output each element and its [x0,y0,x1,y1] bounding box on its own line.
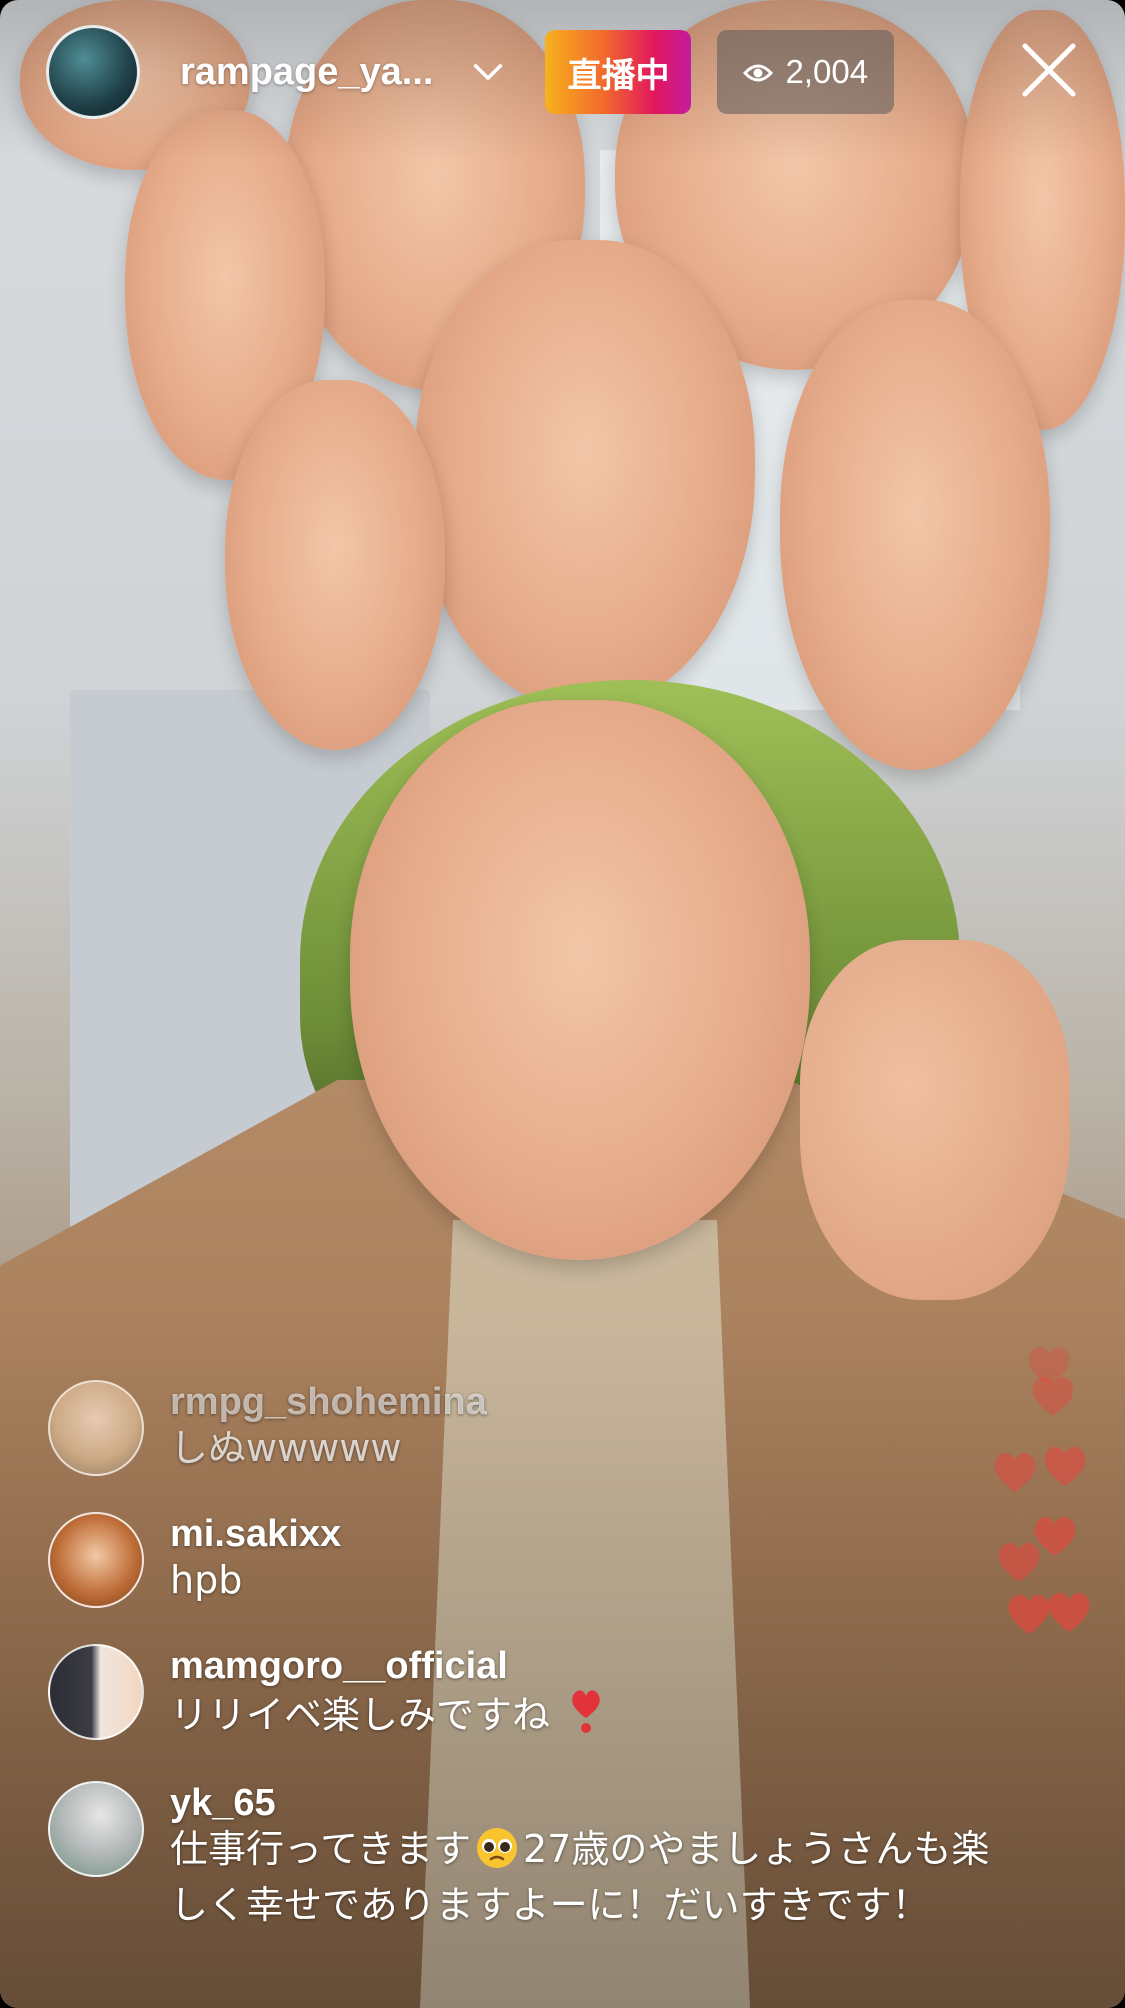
viewer-count: 2,004 [785,53,869,90]
comment-username[interactable]: mi.sakixx [170,1512,1008,1556]
comment-text: 仕事行ってきます [170,1827,471,1871]
filter-face-copy [415,240,755,710]
comment-username[interactable]: yk_65 [170,1781,1008,1825]
host-avatar[interactable] [46,25,140,119]
main-face [350,700,810,1260]
eye-icon [743,53,774,91]
chevron-down-icon[interactable] [473,57,503,87]
comment-item: mi.sakixx hpb [48,1512,1008,1608]
live-badge: 直播中 [545,30,692,114]
commenter-avatar[interactable] [48,1781,144,1877]
comments-feed[interactable]: rmpg_shohemina しぬwwwww mi.sakixx hpb mam… [48,1380,1008,1965]
comment-text: しぬwwwww [170,1426,402,1470]
pleading-face-emoji-icon [475,1826,519,1881]
host-username[interactable]: rampage_ya... [180,51,433,94]
heart-icon [989,1446,1041,1498]
commenter-avatar[interactable] [48,1644,144,1740]
comment-username[interactable]: mamgoro__official [170,1644,1008,1688]
comment-text: リリイベ楽しみですね [170,1693,551,1737]
heart-exclamation-emoji-icon [568,1688,604,1745]
commenter-avatar[interactable] [48,1512,144,1608]
comment-text-line: リリイベ楽しみですね [170,1688,1008,1745]
close-icon [1021,42,1077,103]
comment-item: mamgoro__official リリイベ楽しみですね [48,1644,1008,1745]
comment-item: yk_65 仕事行ってきます 27歳のやましょうさんも楽しく幸せでありますよーに… [48,1781,1008,1929]
heart-icon [1039,1440,1091,1492]
close-button[interactable] [1019,42,1079,102]
comment-text: hpb [170,1558,243,1602]
comment-username[interactable]: rmpg_shohemina [170,1380,1008,1424]
floating-reactions [983,1340,1103,1660]
live-stream-screen: rampage_ya... 直播中 2,004 rmpg_shohemina し… [0,0,1125,2008]
commenter-avatar[interactable] [48,1380,144,1476]
heart-icon [1043,1586,1095,1638]
comment-item: rmpg_shohemina しぬwwwww [48,1380,1008,1476]
filter-face-copy [780,300,1050,770]
hand [800,940,1070,1300]
filter-face-copy [225,380,445,750]
live-header: rampage_ya... 直播中 2,004 [46,24,1105,120]
live-badge-label: 直播中 [567,55,670,96]
heart-icon [993,1536,1045,1588]
heart-icon [1027,1370,1079,1422]
comment-text-line: 仕事行ってきます 27歳のやましょうさんも楽しく幸せでありますよーに！だいすきで… [170,1825,1008,1929]
viewer-count-badge[interactable]: 2,004 [717,30,895,114]
